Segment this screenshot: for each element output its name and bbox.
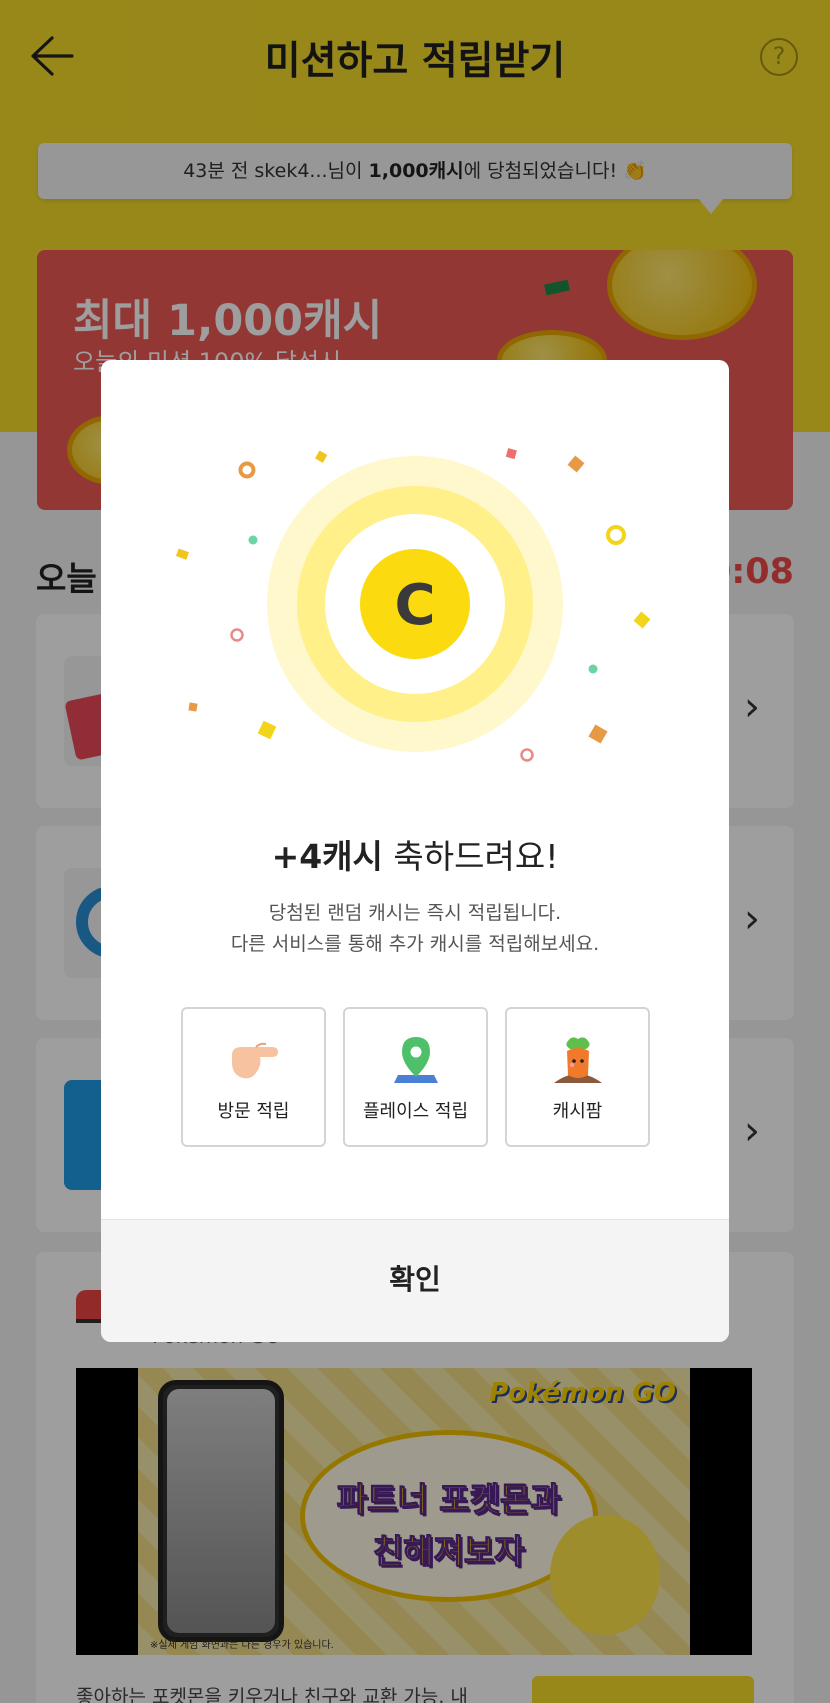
congrats-text: 축하드려요! [382,837,559,876]
confirm-button[interactable]: 확인 [101,1219,729,1342]
pointing-hand-icon [183,1035,324,1085]
place-reward-button[interactable]: 플레이스 적립 [343,1007,488,1147]
cash-farm-button[interactable]: 캐시팜 [505,1007,650,1147]
place-reward-label: 플레이스 적립 [362,1101,469,1122]
map-pin-icon [345,1035,486,1085]
cash-farm-label: 캐시팜 [552,1101,603,1122]
reward-description-line1: 당첨된 랜덤 캐시는 즉시 적립됩니다. [268,902,562,924]
visit-reward-button[interactable]: 방문 적립 [181,1007,326,1147]
coin-celebration-illustration: C [175,448,651,762]
coin-glyph: C [394,573,435,638]
congrats-message: +4캐시 축하드려요! [101,830,729,878]
visit-reward-label: 방문 적립 [217,1101,290,1122]
reward-amount: +4캐시 [271,837,383,876]
reward-description: 당첨된 랜덤 캐시는 즉시 적립됩니다. 다른 서비스를 통해 추가 캐시를 적… [101,898,729,960]
reward-modal: C +4캐시 축하드려요! 당첨된 랜덤 캐시는 즉시 적립됩니다. 다른 서비… [101,360,729,1342]
carrot-icon [507,1035,648,1085]
reward-description-line2: 다른 서비스를 통해 추가 캐시를 적립해보세요. [230,933,600,955]
